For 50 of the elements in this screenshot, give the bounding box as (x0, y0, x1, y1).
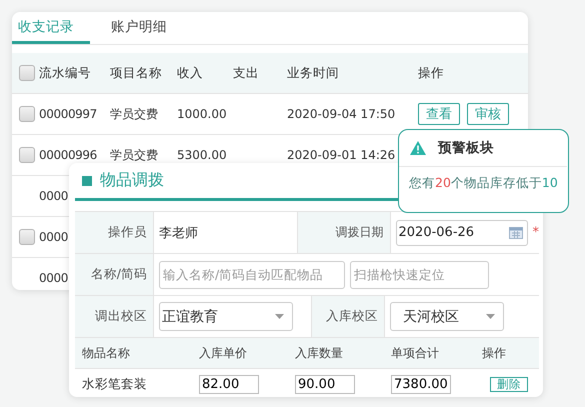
quantity-field[interactable]: 90.00 (295, 374, 355, 394)
required-mark: * (532, 225, 539, 240)
column-header: 单项合计 (390, 344, 440, 362)
field-label: 操作员 (75, 212, 154, 253)
calendar-icon (508, 226, 522, 238)
column-header: 项目名称 (110, 64, 163, 82)
table-cell: 1000.00 (177, 107, 227, 121)
field-label: 调拨日期 (298, 212, 390, 253)
square-icon (82, 176, 92, 186)
column-header: 入库单价 (198, 344, 248, 362)
table-cell: 学员交费 (110, 106, 158, 120)
table-cell: 0000 (39, 271, 68, 285)
table-cell: 5300.00 (177, 148, 227, 162)
dropdown[interactable]: 正谊教育 (159, 302, 293, 331)
alert-title: 预警板块 (438, 139, 494, 157)
total-field[interactable]: 7380.00 (391, 374, 451, 394)
table-cell: 2020-09-04 17:50 (287, 107, 396, 121)
checkbox[interactable] (18, 229, 34, 245)
input-field[interactable]: 扫描枪快速定位 (350, 260, 489, 288)
table-cell: 00000997 (39, 107, 97, 121)
column-header: 操作 (418, 64, 445, 82)
field-label: 入库校区 (311, 296, 385, 337)
input-field[interactable]: 输入名称/简码自动匹配物品 (159, 260, 345, 288)
checkbox[interactable] (18, 65, 34, 81)
field-label: 调出校区 (75, 296, 154, 337)
table-cell: 0000 (39, 230, 68, 244)
date-field[interactable]: 2020-06-26 (396, 220, 528, 246)
column-header: 收入 (177, 64, 204, 82)
column-header: 业务时间 (287, 64, 340, 82)
caret-icon (486, 314, 495, 319)
column-header: 流水编号 (39, 64, 92, 82)
price-field[interactable]: 82.00 (199, 374, 259, 394)
caret-icon (275, 314, 284, 319)
column-header: 物品名称 (82, 344, 131, 362)
column-header: 支出 (233, 64, 260, 82)
table-cell: 00000996 (39, 148, 97, 162)
table-cell: 2020-09-01 14:26 (287, 148, 396, 162)
checkbox[interactable] (18, 106, 34, 122)
table-cell: 学员交费 (110, 148, 158, 162)
dropdown[interactable]: 天河校区 (390, 302, 504, 331)
column-header: 操作 (482, 344, 507, 362)
field-label: 名称/简码 (75, 254, 154, 295)
alert-message: 您有20个物品库存低于10 (408, 174, 559, 192)
warning-icon (410, 141, 426, 155)
table-cell-text: 水彩笔套装 (82, 376, 148, 392)
dialog-title: 物品调拨 (100, 170, 164, 191)
checkbox[interactable] (18, 147, 34, 163)
column-header: 入库数量 (294, 344, 344, 362)
tab[interactable]: 账户明细 (90, 12, 186, 44)
table-cell: 0000 (39, 189, 68, 203)
